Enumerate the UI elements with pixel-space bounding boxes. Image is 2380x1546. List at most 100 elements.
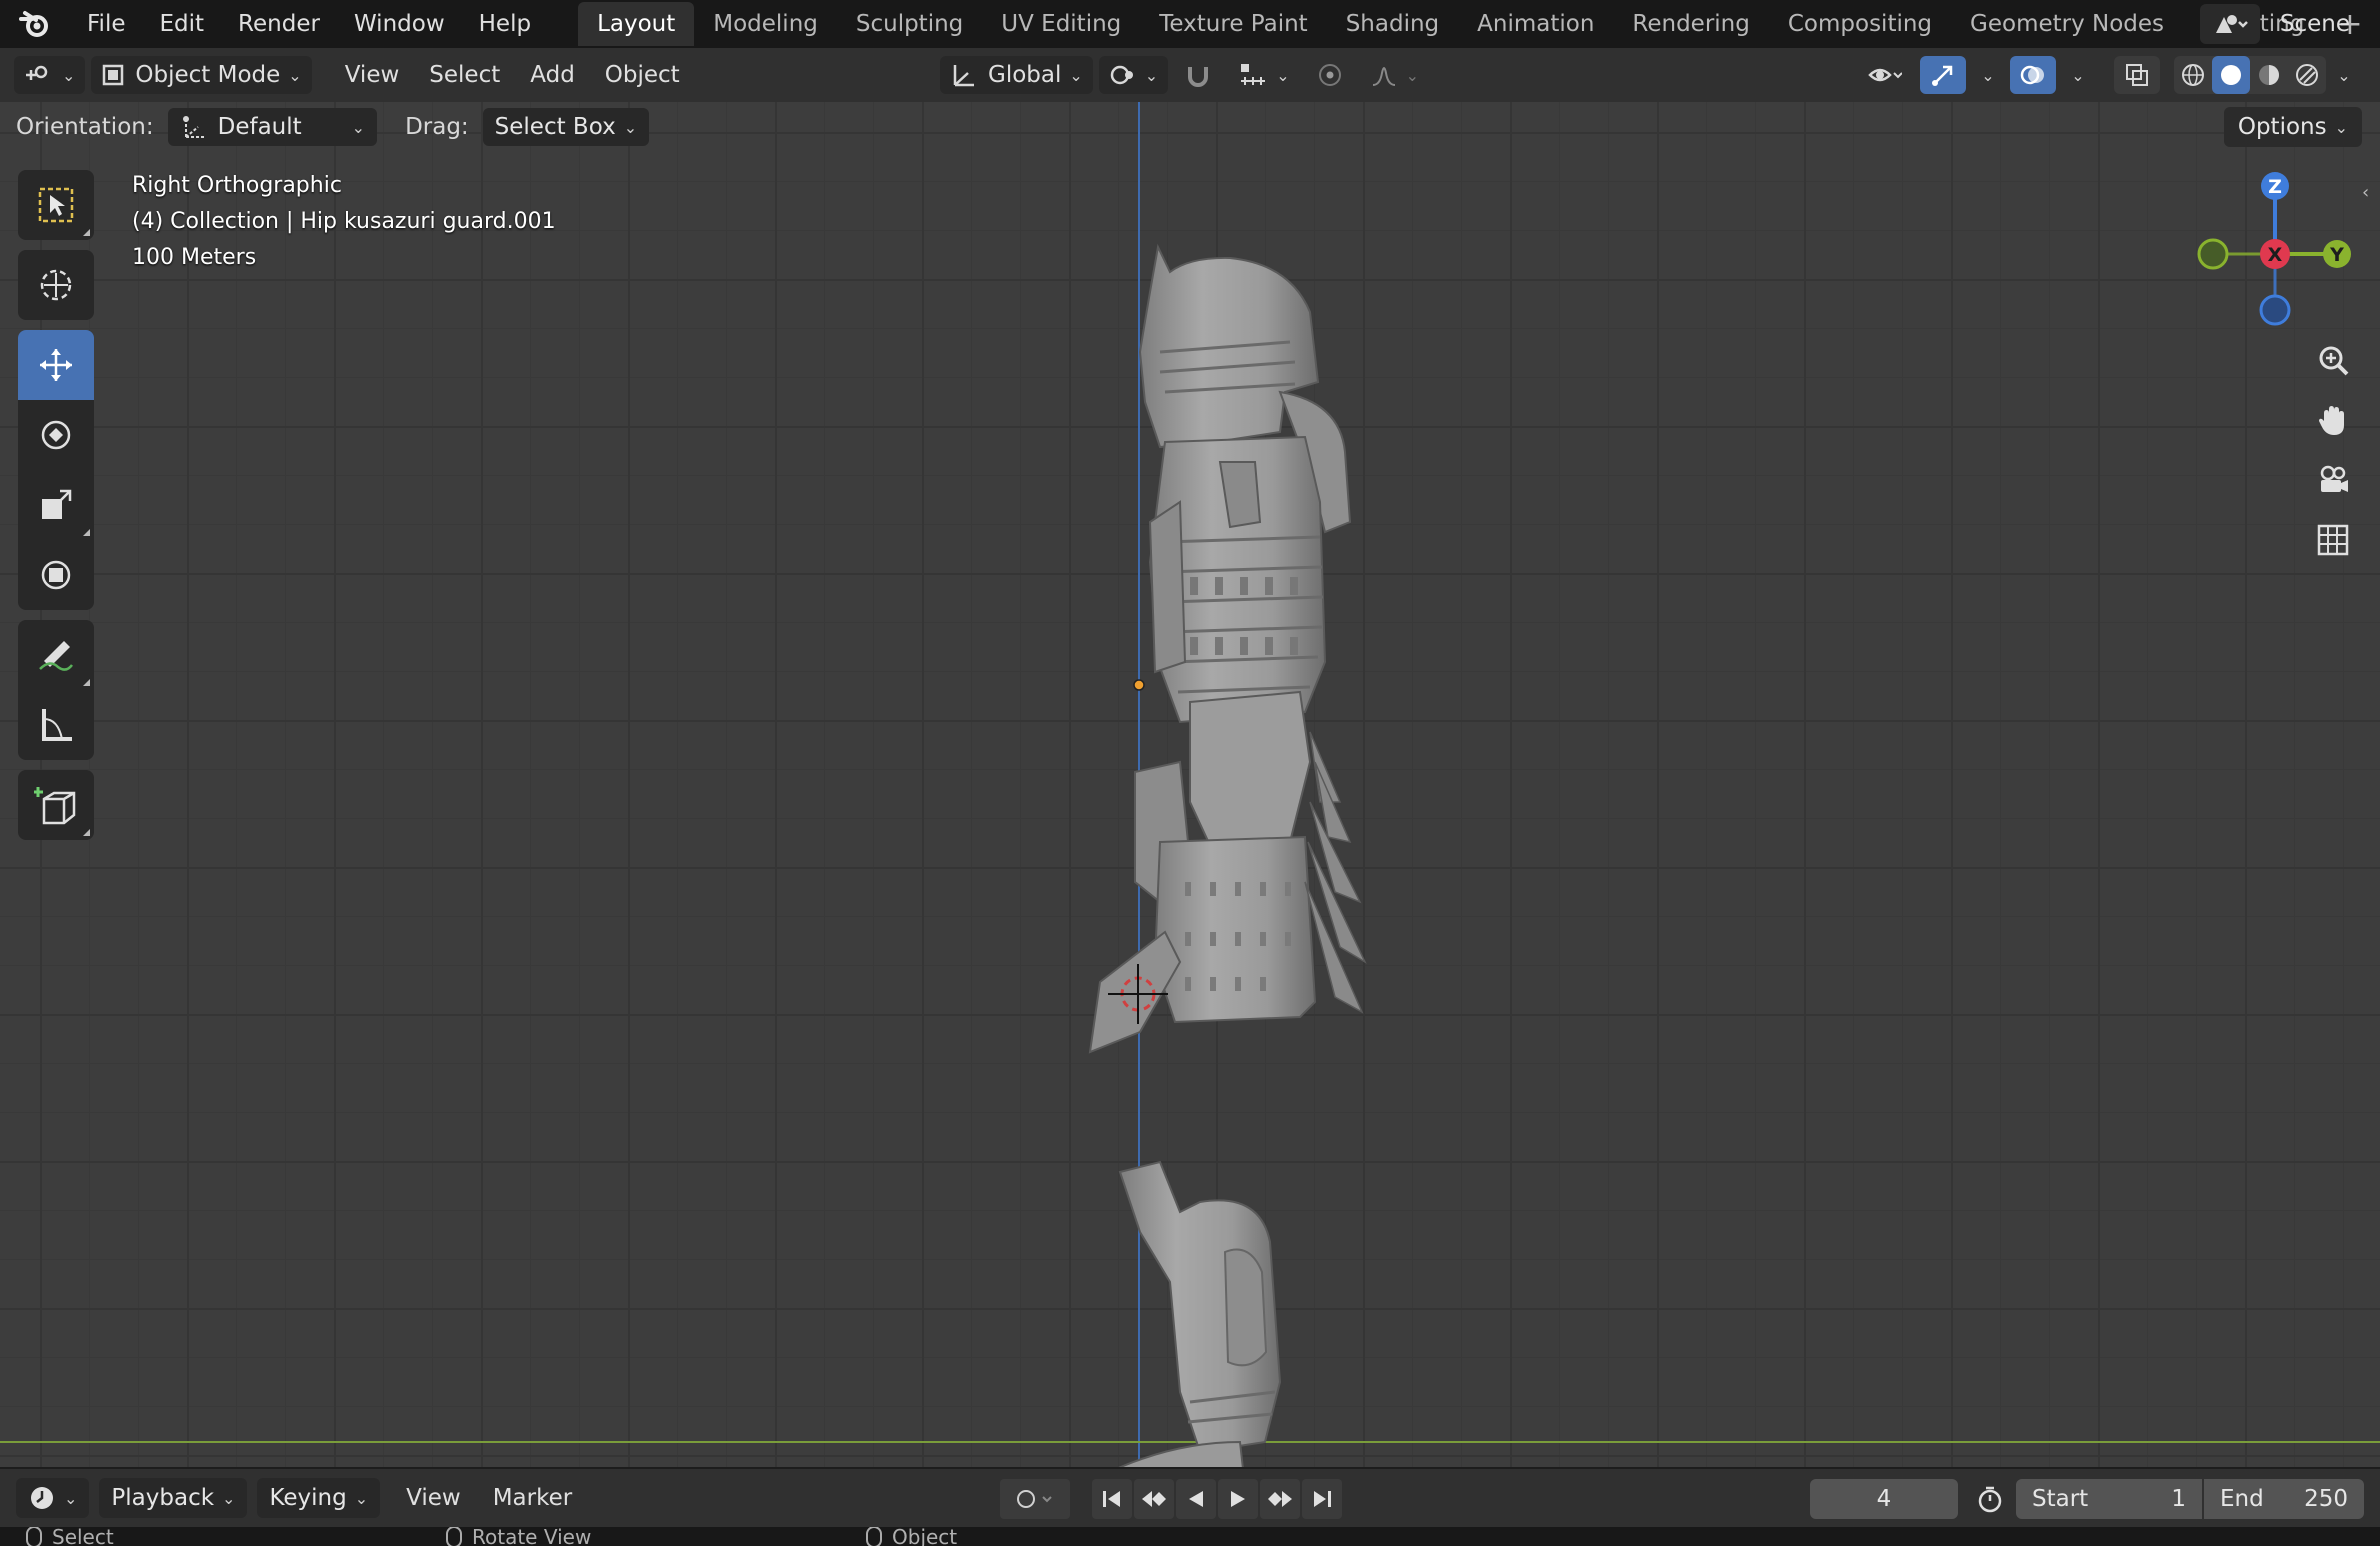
xray-toggle[interactable]: [2114, 56, 2160, 94]
end-frame-field[interactable]: End 250: [2204, 1479, 2364, 1519]
status-hint-rotate: Rotate View: [446, 1527, 591, 1546]
rotate-tool[interactable]: [18, 400, 94, 470]
editor-type-button[interactable]: ⌄: [14, 56, 86, 94]
add-cube-tool[interactable]: [18, 770, 94, 840]
menu-help[interactable]: Help: [462, 11, 548, 37]
shading-options-dropdown[interactable]: ⌄: [2326, 56, 2362, 94]
navigation-buttons: [2305, 332, 2361, 572]
visibility-dropdown[interactable]: [1854, 56, 1916, 94]
viewport-info-overlay: Right Orthographic (4) Collection | Hip …: [132, 168, 556, 276]
solid-shading-button[interactable]: [2212, 56, 2250, 94]
menu-file[interactable]: File: [70, 11, 143, 37]
options-dropdown[interactable]: Options ⌄: [2223, 107, 2362, 147]
move-tool[interactable]: [18, 330, 94, 400]
gizmo-neg-y-handle[interactable]: [2197, 238, 2229, 270]
tab-uv-editing[interactable]: UV Editing: [982, 2, 1140, 46]
header-menu-add[interactable]: Add: [515, 62, 590, 88]
timeline-editor-type-button[interactable]: ⌄: [16, 1478, 90, 1518]
mouse-right-icon: [866, 1527, 882, 1546]
scale-tool[interactable]: [18, 470, 94, 540]
editor-type-icon: [26, 65, 48, 80]
use-preview-range-toggle[interactable]: [1970, 1479, 2010, 1519]
playback-controls: [1000, 1479, 1344, 1519]
add-cube-icon: [34, 787, 76, 825]
show-overlays-toggle[interactable]: [2010, 56, 2056, 94]
header-menu-object[interactable]: Object: [590, 62, 695, 88]
mode-dropdown[interactable]: Object Mode ⌄: [91, 56, 312, 94]
tab-texture-paint[interactable]: Texture Paint: [1140, 2, 1326, 46]
timeline-menu-marker[interactable]: Marker: [477, 1485, 589, 1511]
tab-rendering[interactable]: Rendering: [1613, 2, 1768, 46]
show-gizmo-toggle[interactable]: [1920, 56, 1966, 94]
armor-model[interactable]: [1040, 242, 1440, 1467]
transform-orientation-dropdown[interactable]: Global ⌄: [940, 56, 1093, 94]
ruler-icon: [42, 709, 72, 741]
navigation-gizmo[interactable]: Z Y X: [2185, 164, 2365, 344]
pivot-icon: [1110, 65, 1133, 85]
tool-group-select: [18, 170, 94, 240]
keying-dropdown[interactable]: Keying ⌄: [257, 1478, 381, 1518]
jump-to-end-button[interactable]: [1302, 1479, 1342, 1519]
zoom-button[interactable]: [2305, 332, 2361, 388]
tab-layout[interactable]: Layout: [578, 2, 695, 46]
snap-toggle[interactable]: [1174, 56, 1222, 94]
header-menu-select[interactable]: Select: [414, 62, 515, 88]
tab-compositing[interactable]: Compositing: [1769, 2, 1951, 46]
measure-tool[interactable]: [18, 690, 94, 760]
grid-scale: 100 Meters: [132, 245, 257, 270]
jump-to-keyframe-back-button[interactable]: [1134, 1479, 1174, 1519]
jump-to-keyframe-forward-button[interactable]: [1260, 1479, 1300, 1519]
transform-icon: [41, 560, 71, 590]
material-preview-button[interactable]: [2250, 56, 2288, 94]
blender-logo-icon[interactable]: [0, 0, 70, 48]
select-box-tool[interactable]: [18, 170, 94, 240]
status-object-text: Object: [892, 1527, 958, 1546]
scene-name[interactable]: Scene: [2268, 11, 2362, 37]
auto-keying-toggle[interactable]: [1000, 1479, 1070, 1519]
snap-target-dropdown[interactable]: ⌄: [1228, 56, 1299, 94]
menu-edit[interactable]: Edit: [143, 11, 222, 37]
play-button[interactable]: [1218, 1479, 1258, 1519]
tab-modeling[interactable]: Modeling: [694, 2, 837, 46]
perspective-toggle-button[interactable]: [2305, 512, 2361, 568]
orientation-setting-dropdown[interactable]: Default ⌄: [167, 108, 378, 146]
overlay-options-dropdown[interactable]: ⌄: [2060, 56, 2096, 94]
tool-group-add: [18, 770, 94, 840]
gizmo-options-dropdown[interactable]: ⌄: [1970, 56, 2006, 94]
3d-viewport[interactable]: Right Orthographic (4) Collection | Hip …: [0, 102, 2380, 1467]
jump-to-start-button[interactable]: [1092, 1479, 1132, 1519]
camera-view-button[interactable]: [2305, 452, 2361, 508]
header-menu-view[interactable]: View: [330, 62, 415, 88]
current-frame-field[interactable]: 4: [1810, 1479, 1958, 1519]
eye-icon: [1868, 68, 1902, 82]
timeline-menu-view[interactable]: View: [390, 1485, 477, 1511]
play-reverse-button[interactable]: [1176, 1479, 1216, 1519]
tab-animation[interactable]: Animation: [1458, 2, 1613, 46]
drag-setting-dropdown[interactable]: Select Box ⌄: [482, 108, 650, 146]
playback-dropdown[interactable]: Playback ⌄: [99, 1478, 248, 1518]
jump-end-icon: [1314, 1491, 1331, 1507]
sidebar-toggle-icon[interactable]: ‹: [2362, 182, 2369, 203]
timeline-header: ⌄ Playback ⌄ Keying ⌄ View Marker 4 Star…: [0, 1467, 2380, 1527]
menu-window[interactable]: Window: [337, 11, 462, 37]
menu-render[interactable]: Render: [221, 11, 337, 37]
cursor-tool[interactable]: [18, 250, 94, 320]
status-bar: Select Rotate View Object: [0, 1527, 2380, 1546]
tab-sculpting[interactable]: Sculpting: [837, 2, 982, 46]
gizmo-neg-z-handle[interactable]: [2259, 294, 2291, 326]
pan-button[interactable]: [2305, 392, 2361, 448]
wireframe-shading-button[interactable]: [2174, 56, 2212, 94]
proportional-falloff-dropdown[interactable]: ⌄: [1360, 56, 1429, 94]
rendered-shading-button[interactable]: [2288, 56, 2326, 94]
transform-tool[interactable]: [18, 540, 94, 610]
select-box-icon: [38, 187, 74, 223]
start-frame-field[interactable]: Start 1: [2016, 1479, 2202, 1519]
tool-group-cursor: [18, 250, 94, 320]
scene-browse-button[interactable]: [2199, 4, 2260, 44]
annotate-tool[interactable]: [18, 620, 94, 690]
start-frame-label: Start: [2032, 1486, 2089, 1512]
tab-geometry-nodes[interactable]: Geometry Nodes: [1951, 2, 2183, 46]
proportional-editing-toggle[interactable]: [1306, 56, 1354, 94]
tab-shading[interactable]: Shading: [1327, 2, 1458, 46]
pivot-point-dropdown[interactable]: ⌄: [1098, 56, 1169, 94]
